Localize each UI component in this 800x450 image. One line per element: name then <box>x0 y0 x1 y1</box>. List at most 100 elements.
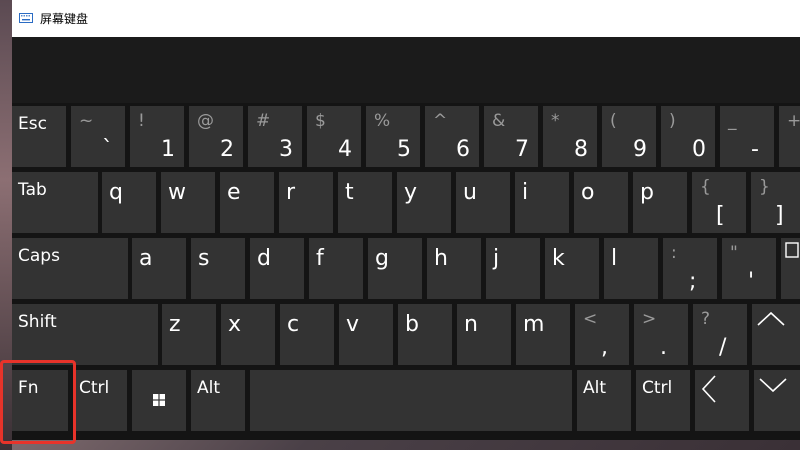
key-m[interactable]: m <box>516 304 570 365</box>
key-letter: e <box>227 180 241 205</box>
key-lower-symbol: . <box>660 335 667 360</box>
key-u[interactable]: u <box>456 172 510 233</box>
key-letter: s <box>198 246 210 271</box>
key-backtick[interactable]: ~ ` <box>71 106 125 167</box>
key-s[interactable]: s <box>191 238 245 299</box>
key-down-arrow[interactable] <box>754 370 800 431</box>
key-n[interactable]: n <box>457 304 511 365</box>
key-ctrl-left[interactable]: Ctrl <box>73 370 127 431</box>
key-up-arrow[interactable] <box>752 304 800 365</box>
key-label: Caps <box>18 246 60 266</box>
key-letter: g <box>375 246 389 271</box>
key-semicolon[interactable]: : ; <box>663 238 717 299</box>
key-y[interactable]: y <box>397 172 451 233</box>
key-upper-symbol: < <box>583 309 598 329</box>
key-q[interactable]: q <box>102 172 156 233</box>
key-lower-symbol: 0 <box>692 137 706 162</box>
key-letter: q <box>109 180 123 205</box>
key-w[interactable]: w <box>161 172 215 233</box>
key-o[interactable]: o <box>574 172 628 233</box>
key-period[interactable]: > . <box>634 304 688 365</box>
key-left-arrow[interactable] <box>695 370 749 431</box>
key-v[interactable]: v <box>339 304 393 365</box>
key-b[interactable]: b <box>398 304 452 365</box>
keyboard-icon <box>19 13 33 23</box>
key-letter: i <box>522 180 529 205</box>
key-letter: j <box>493 246 500 271</box>
key-enter-partial[interactable] <box>781 238 800 299</box>
key-slash[interactable]: ? / <box>693 304 747 365</box>
keyboard-area: Esc ~ ` ! 1 @ 2 # 3 $ 4 % 5 ^ 6 & 7 * 8 … <box>12 103 800 440</box>
key-e[interactable]: e <box>220 172 274 233</box>
key-lower-symbol: / <box>719 335 727 360</box>
key-upper-symbol: ~ <box>79 111 94 131</box>
key-x[interactable]: x <box>221 304 275 365</box>
key-8[interactable]: * 8 <box>543 106 597 167</box>
key-i[interactable]: i <box>515 172 569 233</box>
key-quote[interactable]: " ' <box>722 238 776 299</box>
key-tab[interactable]: Tab <box>12 172 98 233</box>
key-upper-symbol: _ <box>728 111 737 131</box>
keyboard-top-area <box>12 37 800 103</box>
key-lower-symbol: 8 <box>574 137 588 162</box>
key-alt-left[interactable]: Alt <box>191 370 245 431</box>
key-7[interactable]: & 7 <box>484 106 538 167</box>
key-upper-symbol: ) <box>669 111 676 131</box>
title-bar[interactable]: 屏幕键盘 <box>12 0 800 37</box>
key-9[interactable]: ( 9 <box>602 106 656 167</box>
key-d[interactable]: d <box>250 238 304 299</box>
key-letter: w <box>168 180 186 205</box>
key-1[interactable]: ! 1 <box>130 106 184 167</box>
key-lower-symbol: 7 <box>515 137 529 162</box>
key-windows[interactable] <box>132 370 186 431</box>
chevron-up-icon <box>757 311 785 326</box>
key-h[interactable]: h <box>427 238 481 299</box>
key-lower-symbol: 4 <box>338 137 352 162</box>
key-j[interactable]: j <box>486 238 540 299</box>
key-l[interactable]: l <box>604 238 658 299</box>
key-lower-symbol: 3 <box>279 137 293 162</box>
key-2[interactable]: @ 2 <box>189 106 243 167</box>
key-space[interactable] <box>250 370 572 431</box>
key-letter: m <box>523 312 545 337</box>
key-r[interactable]: r <box>279 172 333 233</box>
key-t[interactable]: t <box>338 172 392 233</box>
key-label: Ctrl <box>79 378 110 398</box>
key-3[interactable]: # 3 <box>248 106 302 167</box>
key-lower-symbol: [ <box>716 203 725 228</box>
key-6[interactable]: ^ 6 <box>425 106 479 167</box>
key-label: Esc <box>18 114 47 134</box>
key-4[interactable]: $ 4 <box>307 106 361 167</box>
key-comma[interactable]: < , <box>575 304 629 365</box>
key-upper-symbol: & <box>492 111 506 131</box>
key-open-bracket[interactable]: { [ <box>692 172 746 233</box>
key-p[interactable]: p <box>633 172 687 233</box>
key-f[interactable]: f <box>309 238 363 299</box>
key-letter: n <box>464 312 478 337</box>
chevron-down-icon <box>759 378 787 393</box>
chevron-left-icon <box>701 375 716 403</box>
key-equals-partial[interactable]: + <box>779 106 800 167</box>
key-c[interactable]: c <box>280 304 334 365</box>
key-lower-symbol: - <box>751 137 759 162</box>
key-upper-symbol: > <box>642 309 657 329</box>
key-g[interactable]: g <box>368 238 422 299</box>
key-lower-symbol: 9 <box>633 137 647 162</box>
key-0[interactable]: ) 0 <box>661 106 715 167</box>
key-k[interactable]: k <box>545 238 599 299</box>
key-label: Ctrl <box>642 378 673 398</box>
key-z[interactable]: z <box>162 304 216 365</box>
key-close-bracket[interactable]: } ] <box>751 172 800 233</box>
key-shift[interactable]: Shift <box>12 304 158 365</box>
key-letter: b <box>405 312 419 337</box>
key-caps[interactable]: Caps <box>12 238 128 299</box>
key-alt-right[interactable]: Alt <box>577 370 631 431</box>
key-a[interactable]: a <box>132 238 186 299</box>
key-ctrl-right[interactable]: Ctrl <box>636 370 690 431</box>
enter-icon <box>785 242 799 258</box>
key-label: Tab <box>18 180 47 200</box>
key-minus[interactable]: _ - <box>720 106 774 167</box>
key-letter: c <box>287 312 300 337</box>
key-esc[interactable]: Esc <box>12 106 66 167</box>
key-5[interactable]: % 5 <box>366 106 420 167</box>
